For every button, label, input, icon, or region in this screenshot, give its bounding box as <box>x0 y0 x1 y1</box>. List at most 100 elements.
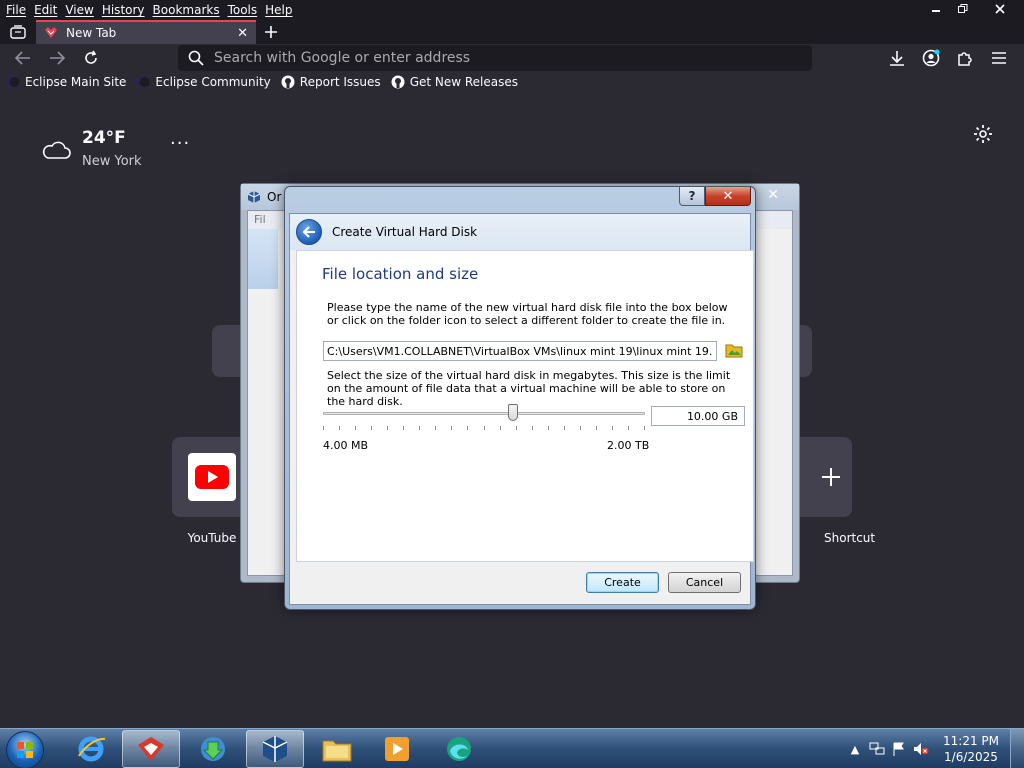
virtualbox-close-button[interactable]: ✕ <box>767 187 779 203</box>
close-icon <box>995 4 1005 14</box>
search-icon <box>188 50 204 66</box>
taskbar-virtualbox[interactable] <box>246 730 304 768</box>
bookmark-label: Get New Releases <box>409 75 519 89</box>
shortcut-tile-partial[interactable] <box>212 325 242 377</box>
taskbar: ▲ 11:21 PM 1/6/2025 <box>0 728 1024 768</box>
plus-icon <box>822 468 840 486</box>
virtualbox-icon <box>247 191 261 203</box>
slider-tick <box>595 426 597 430</box>
github-icon <box>391 75 405 89</box>
slider-tick <box>499 426 501 430</box>
menu-file[interactable]: File <box>4 3 32 17</box>
create-virtual-hard-disk-dialog: ? ✕ Create Virtual Hard Disk File locati… <box>284 186 756 610</box>
size-range-min: 4.00 MB <box>323 439 369 452</box>
taskbar-edge[interactable] <box>430 730 488 768</box>
clock[interactable]: 11:21 PM 1/6/2025 <box>932 733 1010 765</box>
arrow-left-icon <box>302 226 315 238</box>
downloads-button[interactable] <box>880 44 914 72</box>
minimize-button[interactable] <box>922 0 949 18</box>
size-slider[interactable] <box>323 401 645 431</box>
account-button[interactable] <box>914 44 948 72</box>
show-desktop-button[interactable] <box>1010 729 1024 768</box>
bookmark-report-issues[interactable]: Report Issues <box>281 75 381 89</box>
menu-history[interactable]: History <box>100 3 151 17</box>
arrow-left-icon <box>15 51 30 65</box>
wizard-back-button[interactable] <box>296 219 322 245</box>
dialog-title-buttons: ? ✕ <box>679 187 751 206</box>
location-description: Please type the name of the new virtual … <box>327 301 728 327</box>
slider-tick <box>419 426 421 430</box>
eclipse-icon <box>136 75 150 89</box>
edge-icon <box>447 737 471 761</box>
slider-tick <box>355 426 357 430</box>
menu-help[interactable]: Help <box>263 3 298 17</box>
tab-strip: New Tab ✕ 1 <box>0 20 1024 58</box>
reload-button[interactable] <box>74 44 108 72</box>
network-icon[interactable] <box>866 738 888 760</box>
taskbar-app[interactable] <box>122 730 180 768</box>
virtualbox-title: Or <box>267 190 282 204</box>
slider-tick <box>627 426 629 430</box>
action-center-flag-icon[interactable] <box>888 738 910 760</box>
start-button[interactable] <box>6 731 44 768</box>
gear-icon[interactable] <box>972 123 994 145</box>
dialog-help-button[interactable]: ? <box>679 187 705 206</box>
weather-city: New York <box>82 154 142 169</box>
menu-bar: File Edit View History Bookmarks Tools H… <box>0 0 299 20</box>
taskbar-internet-explorer[interactable] <box>62 730 120 768</box>
forward-button[interactable] <box>40 44 74 72</box>
file-path-input[interactable] <box>323 341 717 361</box>
menu-tools[interactable]: Tools <box>226 3 264 17</box>
system-tray: ▲ 11:21 PM 1/6/2025 <box>844 729 1024 768</box>
list-all-tabs-button[interactable] <box>0 20 36 44</box>
dialog-content: Create Virtual Hard Disk File location a… <box>289 213 754 605</box>
bookmark-get-new-releases[interactable]: Get New Releases <box>391 75 518 89</box>
back-button[interactable] <box>6 44 40 72</box>
folder-icon[interactable] <box>725 341 743 359</box>
show-hidden-icons-button[interactable]: ▲ <box>844 738 866 760</box>
menu-edit[interactable]: Edit <box>32 3 63 17</box>
taskbar-download-manager[interactable] <box>184 730 242 768</box>
slider-tick <box>644 426 645 430</box>
eclipse-icon <box>6 75 20 89</box>
weather-widget[interactable]: 24°F New York <box>40 128 142 169</box>
new-tab-button[interactable] <box>256 20 286 44</box>
extensions-button[interactable] <box>948 44 982 72</box>
windows-logo-icon <box>17 742 33 758</box>
tab-new-tab[interactable]: New Tab ✕ <box>36 20 256 44</box>
menu-bookmarks[interactable]: Bookmarks <box>151 3 226 17</box>
create-button[interactable]: Create <box>586 572 659 593</box>
menu-view[interactable]: View <box>63 3 99 17</box>
taskbar-file-explorer[interactable] <box>308 730 366 768</box>
size-field[interactable] <box>651 406 745 426</box>
account-icon <box>922 49 940 67</box>
app-menu-button[interactable] <box>982 44 1016 72</box>
slider-tick <box>403 426 405 430</box>
slider-tick <box>451 426 453 430</box>
slider-tick <box>435 426 437 430</box>
url-bar[interactable] <box>178 45 812 71</box>
taskbar-media-player[interactable] <box>368 730 426 768</box>
cloud-icon <box>42 141 71 159</box>
bookmark-eclipse-main-site[interactable]: Eclipse Main Site <box>6 75 126 89</box>
search-input[interactable] <box>214 50 774 66</box>
weather-more-button[interactable]: ··· <box>170 133 190 154</box>
internet-explorer-icon <box>78 736 106 762</box>
slider-tick <box>371 426 373 430</box>
bookmark-eclipse-community[interactable]: Eclipse Community <box>136 75 271 89</box>
cancel-button[interactable]: Cancel <box>668 572 741 593</box>
restore-button[interactable] <box>949 0 976 18</box>
slider-tick <box>579 426 581 430</box>
dialog-close-button[interactable]: ✕ <box>705 187 751 206</box>
tab-close-icon[interactable]: ✕ <box>237 26 248 41</box>
tab-title: New Tab <box>66 26 117 40</box>
title-bar: File Edit View History Bookmarks Tools H… <box>0 0 1024 20</box>
close-window-button[interactable] <box>976 0 1024 18</box>
youtube-icon <box>195 465 229 489</box>
slider-handle[interactable] <box>507 404 518 421</box>
dialog-header: Create Virtual Hard Disk <box>290 214 750 250</box>
media-player-icon <box>385 737 409 761</box>
volume-muted-icon[interactable] <box>910 738 932 760</box>
virtualbox-toolbar[interactable] <box>248 229 278 289</box>
dialog-title: Create Virtual Hard Disk <box>332 225 478 239</box>
